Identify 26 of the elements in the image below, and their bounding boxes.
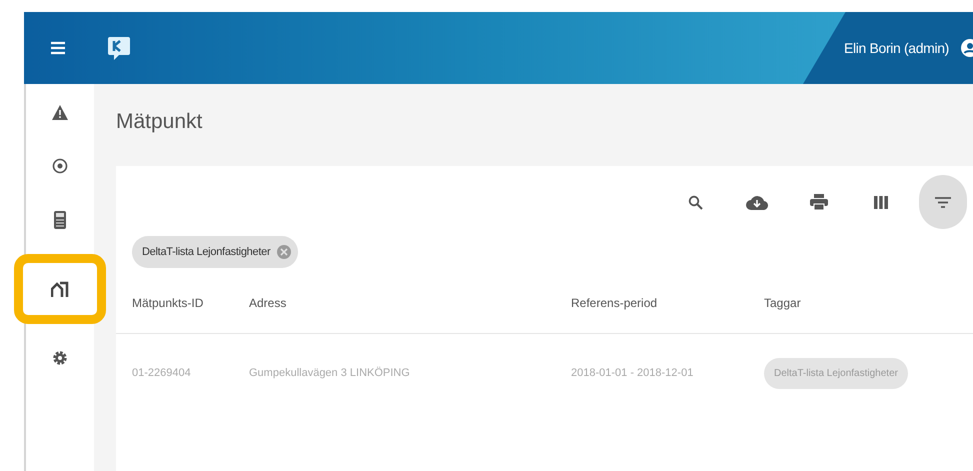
menu-button[interactable] [50, 41, 66, 55]
column-header[interactable]: Adress [249, 292, 571, 314]
table-cell-text: 2018-01-01 - 2018-12-01 [571, 366, 694, 381]
filter-chip[interactable]: DeltaT-lista Lejonfastigheter [132, 236, 298, 268]
table-cell-text: 01-2269404 [132, 366, 192, 381]
filter-icon [935, 196, 951, 208]
column-header[interactable]: Referens-period [571, 292, 764, 314]
column-header[interactable]: Taggar [764, 292, 964, 314]
search-icon [688, 194, 702, 210]
filter-button[interactable] [919, 175, 967, 229]
table-cell-text: Gumpekullavägen 3 LINKÖPING [249, 366, 411, 381]
building-icon [51, 281, 69, 297]
logo-icon [106, 34, 132, 62]
menu-icon [50, 41, 66, 55]
page-title: Mätpunkt [116, 109, 204, 135]
settings-icon [52, 350, 68, 366]
user-name: Elin Borin (admin) [844, 38, 949, 58]
cloud-download-icon [746, 194, 768, 210]
warning-icon [52, 104, 68, 120]
print-icon [810, 194, 828, 210]
columns-icon [874, 196, 888, 208]
meter-icon [54, 211, 66, 229]
target-icon [52, 158, 68, 174]
column-header[interactable]: Mätpunkts-ID [132, 292, 249, 314]
tag-chip: DeltaT-lista Lejonfastigheter [764, 358, 908, 388]
chip-label: DeltaT-lista Lejonfastigheter [142, 244, 270, 260]
